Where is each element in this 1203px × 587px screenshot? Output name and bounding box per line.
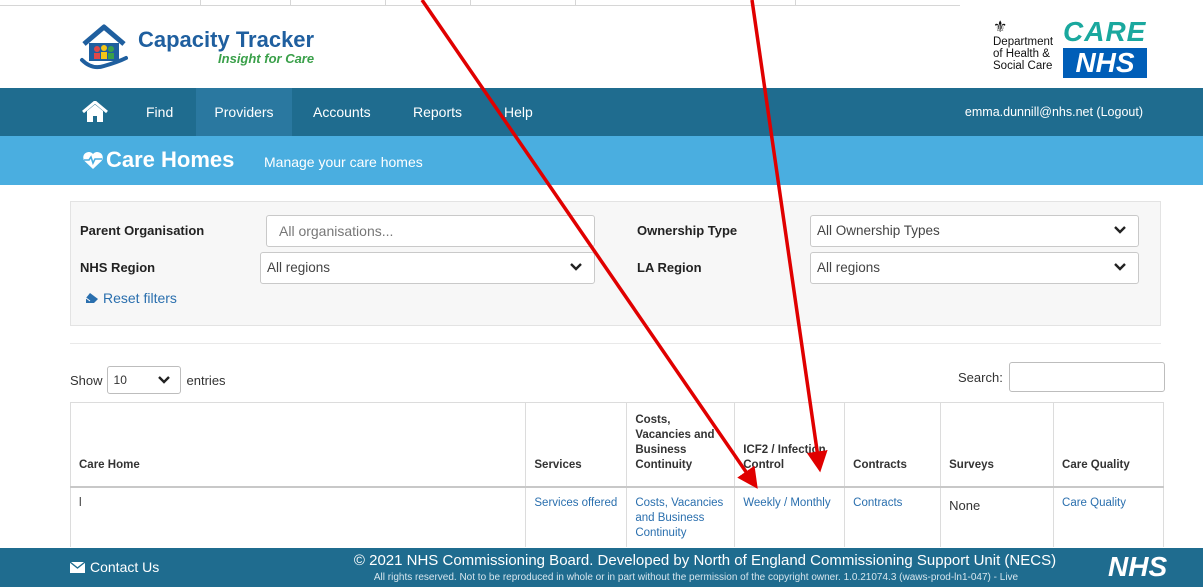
- site-footer: Contact Us © 2021 NHS Commissioning Boar…: [0, 548, 1203, 587]
- heartbeat-icon: [83, 151, 103, 169]
- care-quality-link[interactable]: Care Quality: [1062, 497, 1126, 509]
- reset-filters-label: Reset filters: [103, 290, 177, 306]
- filter-panel: Parent Organisation All organisations...…: [70, 201, 1161, 326]
- table-header-row: Care Home Services Costs, Vacancies and …: [69, 402, 1164, 488]
- nhs-logo-box: NHS: [1063, 48, 1147, 78]
- costs-vacancies-link[interactable]: Costs, Vacancies and Business Continuity: [635, 497, 723, 539]
- contact-us-label: Contact Us: [90, 559, 160, 575]
- app-name: Capacity Tracker: [138, 27, 315, 52]
- main-nav: Find Providers Accounts Reports Help emm…: [0, 88, 1203, 136]
- ownership-type-value: All Ownership Types: [817, 223, 940, 238]
- royal-crest-icon: ⚜: [993, 19, 1008, 36]
- nav-reports[interactable]: Reports: [413, 88, 462, 136]
- page-banner: Care Homes Manage your care homes: [0, 136, 1203, 185]
- la-region-value: All regions: [817, 260, 881, 275]
- nhs-region-value: All regions: [267, 260, 331, 275]
- col-costs[interactable]: Costs, Vacancies and Business Continuity: [626, 402, 736, 488]
- col-surveys[interactable]: Surveys: [940, 402, 1055, 488]
- show-label: Show: [70, 372, 103, 388]
- nav-providers[interactable]: Providers: [196, 88, 292, 136]
- reset-filters-link[interactable]: Reset filters: [85, 290, 177, 306]
- nav-help[interactable]: Help: [504, 88, 533, 136]
- nav-find[interactable]: Find: [146, 88, 173, 136]
- app-tagline: Insight for Care: [218, 51, 315, 66]
- services-offered-link[interactable]: Services offered: [534, 497, 617, 509]
- site-header: Capacity Tracker Insight for Care ⚜ Depa…: [0, 6, 1203, 87]
- dhsc-line-3: Social Care: [993, 60, 1053, 72]
- nav-home[interactable]: [82, 88, 108, 136]
- eraser-icon: [85, 293, 98, 303]
- icf-separator: /: [780, 496, 791, 509]
- la-region-label: LA Region: [637, 260, 702, 275]
- ownership-type-label: Ownership Type: [637, 223, 738, 238]
- care-nhs-logo: CARE NHS: [1063, 18, 1147, 78]
- house-care-icon: [80, 24, 128, 70]
- nhs-region-select[interactable]: All regions: [260, 252, 595, 284]
- col-contracts[interactable]: Contracts: [844, 402, 942, 488]
- chevron-down-icon: [1114, 226, 1126, 234]
- page-title: Care Homes: [106, 147, 235, 172]
- page-subtitle: Manage your care homes: [264, 154, 423, 170]
- chevron-down-icon: [1114, 263, 1126, 271]
- cell-care-home: l: [69, 486, 527, 547]
- contact-us-link[interactable]: Contact Us: [70, 559, 159, 575]
- icf-weekly-link[interactable]: Weekly: [743, 497, 781, 509]
- dhsc-logo: ⚜ Department of Health & Social Care: [993, 19, 1054, 73]
- home-icon: [82, 100, 108, 122]
- envelope-icon: [70, 561, 85, 573]
- col-care-quality[interactable]: Care Quality: [1053, 402, 1164, 488]
- show-entries: Show 10 entries: [70, 366, 226, 394]
- user-logout-link[interactable]: emma.dunnill@nhs.net (Logout): [965, 88, 1143, 136]
- table-search: Search:: [958, 362, 1165, 392]
- search-input[interactable]: [1008, 362, 1165, 392]
- icf-monthly-link[interactable]: Monthly: [790, 497, 830, 509]
- surveys-value: None: [940, 486, 1055, 547]
- footer-rights: All rights reserved. Not to be reproduce…: [373, 572, 1019, 583]
- dhsc-line-2: of Health &: [993, 48, 1050, 60]
- search-label: Search:: [958, 369, 1003, 385]
- col-services[interactable]: Services: [525, 402, 628, 488]
- la-region-select[interactable]: All regions: [810, 252, 1139, 284]
- table-row: l Services offered Costs, Vacancies and …: [69, 486, 1164, 547]
- nhs-region-label: NHS Region: [80, 260, 156, 275]
- ownership-type-select[interactable]: All Ownership Types: [810, 215, 1139, 247]
- icf2-cell: Weekly / Monthly: [734, 486, 846, 547]
- nav-accounts[interactable]: Accounts: [313, 88, 371, 136]
- col-icf2[interactable]: ICF2 / Infection Control: [734, 402, 846, 488]
- chevron-down-icon: [157, 376, 170, 384]
- section-divider: [70, 343, 1161, 344]
- chevron-down-icon: [570, 263, 582, 271]
- entries-select[interactable]: 10: [106, 366, 181, 394]
- dhsc-line-1: Department: [993, 36, 1054, 48]
- care-logo-text: CARE: [1063, 16, 1147, 47]
- entries-value: 10: [113, 373, 127, 387]
- entries-label: entries: [186, 372, 226, 388]
- col-care-home[interactable]: Care Home: [69, 402, 527, 488]
- parent-org-input[interactable]: All organisations...: [266, 215, 595, 247]
- contracts-link[interactable]: Contracts: [853, 497, 902, 509]
- footer-copyright: © 2021 NHS Commissioning Board. Develope…: [353, 552, 1057, 569]
- care-homes-table: Care Home Services Costs, Vacancies and …: [69, 402, 1164, 547]
- capacity-tracker-logo[interactable]: Capacity Tracker Insight for Care: [78, 22, 314, 72]
- parent-org-label: Parent Organisation: [80, 223, 205, 238]
- footer-nhs-logo: NHS: [1108, 551, 1168, 582]
